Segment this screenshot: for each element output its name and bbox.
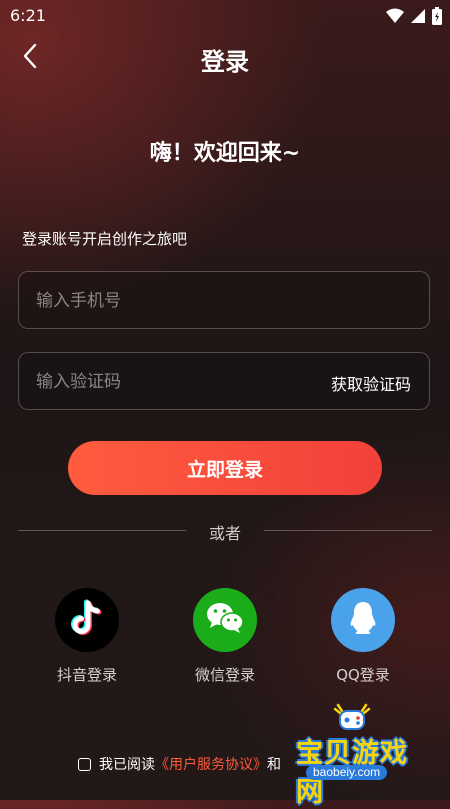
douyin-login-button[interactable]: [55, 588, 119, 652]
wechat-login[interactable]: 微信登录: [175, 588, 275, 685]
divider-line-right: [264, 530, 432, 531]
wechat-login-label: 微信登录: [194, 666, 255, 684]
qq-login[interactable]: QQ登录: [313, 588, 413, 685]
status-bar: 6:21: [0, 0, 450, 32]
phone-input[interactable]: [34, 272, 318, 330]
login-button[interactable]: 立即登录: [68, 441, 382, 495]
subtitle: 登录账号开启创作之旅吧: [22, 230, 188, 248]
agreement-checkbox[interactable]: [78, 757, 91, 771]
get-code-button[interactable]: 获取验证码: [331, 371, 411, 395]
divider-text: 或者: [208, 524, 241, 543]
qq-login-label: QQ登录: [336, 666, 390, 684]
or-divider: 或者: [18, 520, 432, 543]
verification-code-field: 获取验证码: [18, 352, 430, 411]
welcome-heading: 嗨！欢迎回来~: [149, 141, 301, 166]
verification-code-input[interactable]: [34, 353, 318, 411]
status-time: 6:21: [10, 6, 46, 25]
header: 登录: [0, 36, 450, 80]
user-agreement-link[interactable]: 《用户服务协议》: [155, 754, 267, 774]
douyin-login[interactable]: 抖音登录: [37, 588, 137, 685]
qq-icon: [348, 600, 378, 640]
signal-icon: [410, 8, 426, 24]
watermark-url: baobeiy.com: [306, 765, 388, 780]
watermark-logo: 宝贝游戏网 baobeiy.com: [288, 703, 428, 808]
battery-icon: [432, 7, 442, 25]
tiktok-icon: [70, 599, 104, 641]
phone-field: [18, 271, 430, 330]
status-icons: [386, 7, 442, 25]
wechat-login-button[interactable]: [193, 588, 257, 652]
page-title: 登录: [201, 48, 249, 76]
qq-login-button[interactable]: [331, 588, 395, 652]
douyin-login-label: 抖音登录: [56, 666, 117, 684]
wechat-icon: [205, 601, 245, 639]
wifi-icon: [386, 8, 404, 24]
agreement-row: 我已阅读 《用户服务协议》 和: [78, 754, 281, 774]
agreement-prefix: 我已阅读: [99, 757, 155, 773]
agreement-suffix: 和: [267, 757, 281, 773]
